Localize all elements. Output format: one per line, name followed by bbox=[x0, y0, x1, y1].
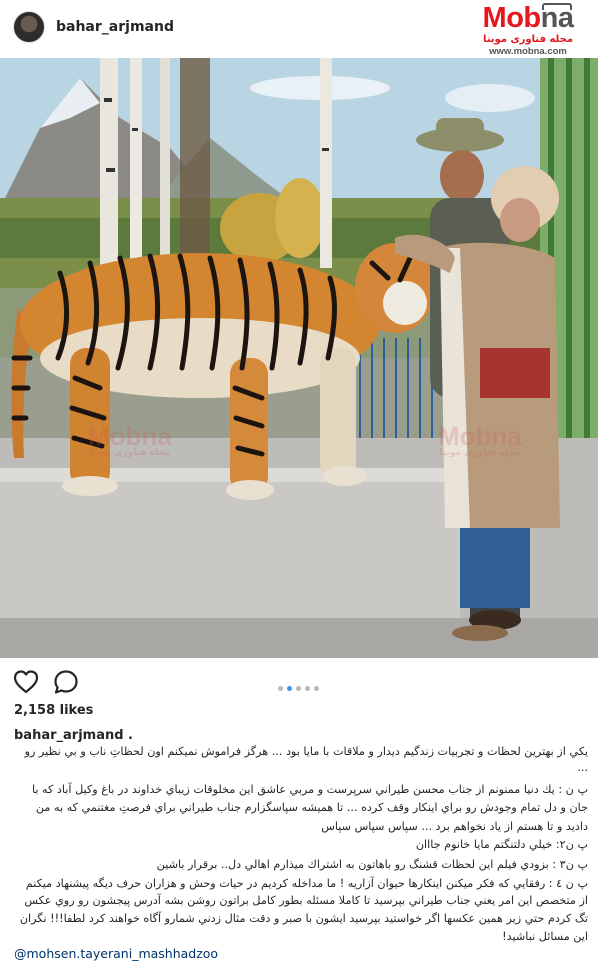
logo-tagline: مجله فناوری موبنا bbox=[482, 34, 574, 45]
carousel-indicator bbox=[276, 678, 321, 691]
mention-link[interactable]: @mohsen.tayerani_mashhadzoo bbox=[14, 946, 218, 961]
caption-line: يكي از بهترين لحظات و تجربيات زندگيم ديد… bbox=[24, 745, 588, 758]
caption-line: جان و دل تمام وجودش رو براي اينكار وقف ك… bbox=[35, 801, 588, 814]
caption-line: پ ن٢: خيلي دلتنگتم مايا خانوم جااان bbox=[415, 838, 588, 851]
caption-username[interactable]: bahar_arjmand . bbox=[14, 728, 133, 743]
post-actions bbox=[0, 664, 598, 700]
photo-watermark-right-tagline: مجله فناوری موبنا bbox=[439, 448, 521, 458]
post-username[interactable]: bahar_arjmand bbox=[56, 19, 174, 35]
likes-count[interactable]: 2,158 likes bbox=[14, 703, 93, 718]
caption-line: پ ن : يك دنيا ممنونم از جناب محسن طيراني… bbox=[31, 783, 588, 796]
photo-watermark-right: Mobna مجله فناوری موبنا bbox=[438, 421, 522, 459]
caption-line: از متخصص اين امر يعني جناب طيراني بپرسيد… bbox=[24, 894, 588, 907]
logo-url: www.mobna.com bbox=[489, 46, 567, 57]
carousel-dot bbox=[296, 686, 301, 691]
photo-watermark-left: Mobna مجله فناوری موبنا bbox=[88, 421, 172, 459]
carousel-dot bbox=[314, 686, 319, 691]
photo-watermark-left-tagline: مجله فناوری موبنا bbox=[89, 448, 171, 458]
caption-line: اين مسائل نباشيد! bbox=[502, 930, 588, 943]
photo-watermark-left-text: Mobna bbox=[88, 421, 172, 451]
comment-bubble-icon[interactable] bbox=[52, 668, 80, 696]
post-header: bahar_arjmand Mobna مجله فناوری موبنا ww… bbox=[0, 0, 598, 58]
carousel-dot bbox=[305, 686, 310, 691]
tiger-photo-illustration bbox=[0, 58, 598, 658]
mobna-logo-text: Mobna bbox=[464, 2, 592, 34]
carousel-dot bbox=[287, 686, 292, 691]
mobna-watermark-logo: Mobna مجله فناوری موبنا www.mobna.com bbox=[464, 2, 592, 58]
avatar[interactable] bbox=[13, 11, 45, 43]
caption-line: پ ن٣ : بزودي فيلم اين لحظات قشنگ رو باها… bbox=[156, 858, 588, 871]
carousel-dot bbox=[278, 686, 283, 691]
caption-line: داديد و تا هستم از ياد نخواهم برد ... سپ… bbox=[321, 820, 588, 833]
post-photo[interactable]: Mobna مجله فناوری موبنا Mobna مجله فناور… bbox=[0, 58, 598, 658]
caption-line: پ ن ٤ : رفقايي كه فكر ميكنن اينكارها حيو… bbox=[25, 877, 588, 890]
caption-line: تگ كردم حتي زير همين عكسها اگر خواستيد ب… bbox=[19, 912, 588, 925]
caption-line: ... bbox=[577, 761, 588, 774]
logo-brand-right: na bbox=[540, 2, 574, 34]
photo-watermark-right-text: Mobna bbox=[438, 421, 522, 451]
heart-outline-icon[interactable] bbox=[12, 668, 40, 696]
logo-brand-left: Mob bbox=[482, 2, 542, 34]
